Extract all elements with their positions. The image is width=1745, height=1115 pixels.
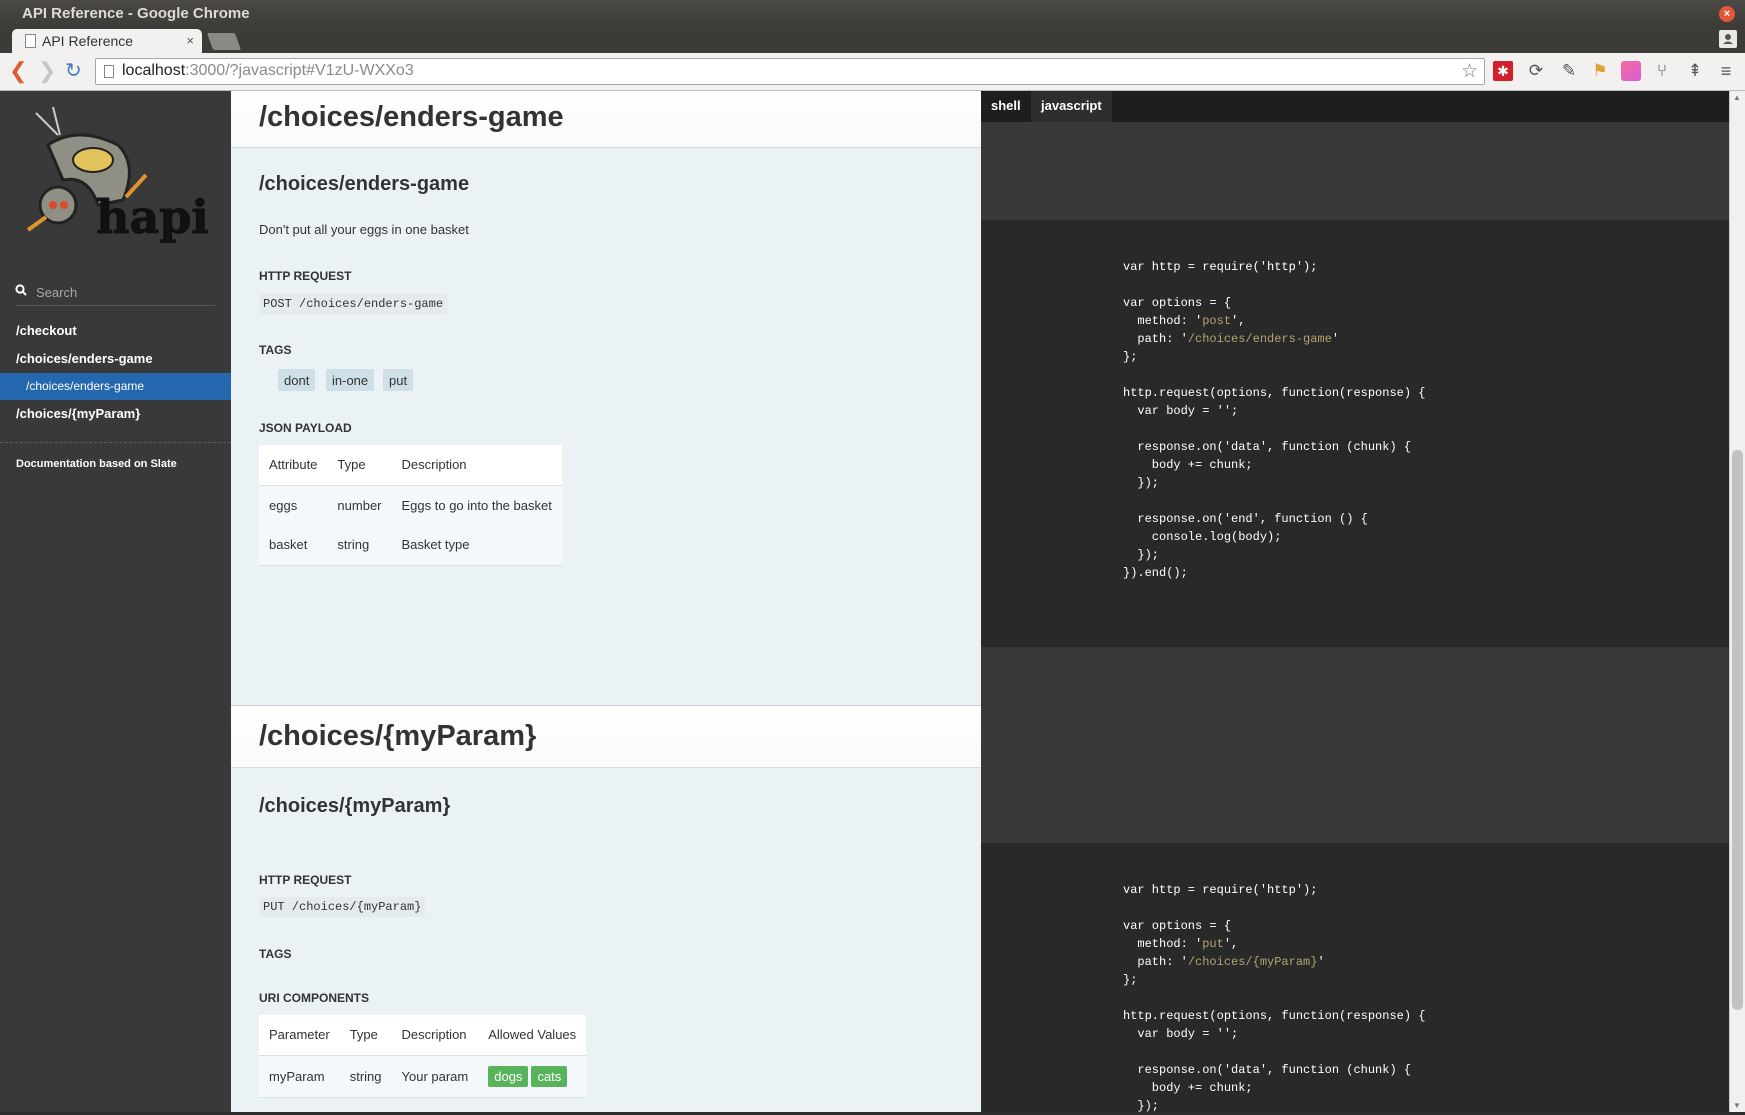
tab-strip: API Reference × [0, 28, 1745, 54]
url-path: :3000/?javascript#V1zU-WXXo3 [185, 62, 414, 79]
scroll-up-icon[interactable]: ▲ [1733, 93, 1741, 102]
browser-tab[interactable]: API Reference × [12, 29, 202, 54]
http-request-heading: HTTP REQUEST [259, 873, 352, 887]
tag-badge: in-one [326, 369, 375, 391]
endpoint-title: /choices/enders-game [259, 173, 470, 195]
table-header-row: Attribute Type Description [259, 445, 562, 486]
scrollbar-thumb[interactable] [1732, 450, 1743, 1010]
reload-button[interactable]: ↻ [65, 60, 82, 82]
tag-badge: dont [278, 369, 316, 391]
sidebar-item-checkout[interactable]: /checkout [0, 317, 231, 345]
sidebar-item-myparam[interactable]: /choices/{myParam} [0, 400, 231, 428]
uri-components-table: Parameter Type Description Allowed Value… [259, 1015, 587, 1098]
scroll-down-icon[interactable]: ▼ [1733, 1101, 1741, 1110]
new-tab-button[interactable] [206, 33, 242, 50]
sidebar-divider [0, 442, 231, 443]
section-header: /choices/enders-game [231, 91, 981, 148]
tab-shell[interactable]: shell [981, 91, 1031, 122]
code-sample: var http = require('http'); var options … [981, 843, 1729, 1113]
tags-heading: TAGS [259, 947, 292, 961]
http-request-code: PUT /choices/{myParam} [259, 897, 426, 917]
code-text: var http = require('http'); var options … [1123, 260, 1426, 580]
uri-components-heading: URI COMPONENTS [259, 991, 370, 1005]
allowed-values-cell: dogs cats [478, 1055, 587, 1098]
endpoint-title: /choices/{myParam} [259, 795, 451, 817]
table-cell: string [327, 525, 392, 566]
column-header: Type [339, 1015, 392, 1056]
chrome-menu-icon[interactable]: ≡ [1716, 61, 1736, 81]
eyedropper-icon[interactable]: ✎ [1559, 61, 1579, 81]
table-of-contents: /checkout /choices/enders-game /choices/… [0, 317, 231, 428]
address-bar[interactable]: localhost:3000/?javascript#V1zU-WXXo3 ☆ [95, 58, 1485, 85]
column-header: Description [391, 1015, 479, 1056]
sidebar-subitem-enders-game[interactable]: /choices/enders-game [0, 373, 231, 400]
profile-icon[interactable] [1719, 30, 1737, 48]
table-cell: basket [259, 525, 328, 566]
column-header: Type [327, 445, 392, 486]
tag-badge: put [383, 369, 414, 391]
http-request-code: POST /choices/enders-game [259, 294, 448, 314]
table-cell: string [339, 1055, 392, 1098]
window-titlebar: API Reference - Google Chrome × [0, 0, 1745, 28]
table-cell: Your param [391, 1055, 479, 1098]
svg-text:hapi: hapi [96, 190, 208, 244]
page-icon [104, 65, 114, 78]
table-row: myParam string Your param dogs cats [259, 1055, 587, 1098]
payload-table: Attribute Type Description eggs number E… [259, 445, 562, 566]
column-header: Attribute [259, 445, 328, 486]
table-cell: eggs [269, 497, 298, 513]
page-scrollbar[interactable]: ▲ ▼ [1729, 91, 1745, 1112]
page-icon [25, 34, 36, 48]
asterisk-icon[interactable]: ✱ [1493, 61, 1513, 81]
allowed-value-badge: cats [531, 1065, 568, 1087]
tags-heading: TAGS [259, 343, 292, 357]
gradient-icon[interactable] [1621, 61, 1641, 81]
sidebar-item-enders-game[interactable]: /choices/enders-game [0, 345, 231, 373]
sync-icon[interactable]: ⟳ [1526, 61, 1546, 81]
column-header: Description [391, 445, 562, 486]
flag-icon[interactable]: ⚑ [1590, 61, 1610, 81]
hapi-logo: hapi [26, 106, 208, 245]
allowed-value-badge: dogs [488, 1065, 529, 1087]
bookmark-star-icon[interactable]: ☆ [1461, 60, 1478, 83]
back-button[interactable]: ❮ [9, 60, 27, 82]
search-box [15, 282, 215, 306]
code-pane: shell javascript var http = require('htt… [981, 91, 1729, 1113]
http-request-heading: HTTP REQUEST [259, 269, 352, 283]
table-cell: number [337, 497, 382, 513]
tab-close-icon[interactable]: × [186, 33, 194, 48]
browser-toolbar: ❮ ❯ ↻ localhost:3000/?javascript#V1zU-WX… [0, 53, 1745, 91]
tab-javascript[interactable]: javascript [1031, 91, 1112, 122]
forward-button[interactable]: ❯ [38, 60, 56, 82]
sidebar: hapi /checkout /choices/enders-game /cho… [0, 91, 231, 1112]
tree-icon[interactable]: ⇞ [1685, 61, 1705, 81]
tab-title: API Reference [42, 33, 134, 49]
column-header: Allowed Values [478, 1015, 587, 1056]
table-cell: Basket type [391, 525, 562, 566]
url-host: localhost [122, 62, 186, 79]
language-tabs: shell javascript [981, 91, 1729, 122]
json-payload-heading: JSON PAYLOAD [259, 421, 352, 435]
section-title: /choices/enders-game [259, 101, 564, 133]
section-title: /choices/{myParam} [259, 720, 537, 752]
fork-icon[interactable]: ⑂ [1652, 61, 1672, 81]
main-content: /choices/enders-game /choices/enders-gam… [231, 91, 981, 1112]
code-text: var http = require('http'); var options … [1123, 883, 1426, 1113]
section-header: /choices/{myParam} [231, 705, 981, 768]
sidebar-footer-link[interactable]: Documentation based on Slate [16, 458, 177, 470]
endpoint-description: Don't put all your eggs in one basket [259, 222, 469, 237]
window-title: API Reference - Google Chrome [22, 5, 250, 22]
search-icon [15, 284, 27, 296]
table-row: basket string Basket type [259, 525, 562, 566]
table-cell: myParam [259, 1055, 340, 1098]
search-input[interactable] [36, 282, 211, 302]
table-cell: Eggs to go into the basket [401, 497, 552, 513]
table-header-row: Parameter Type Description Allowed Value… [259, 1015, 587, 1056]
table-row: eggs number Eggs to go into the basket [259, 485, 562, 525]
column-header: Parameter [259, 1015, 340, 1056]
code-sample: var http = require('http'); var options … [981, 220, 1729, 647]
window-close-button[interactable]: × [1719, 6, 1735, 22]
